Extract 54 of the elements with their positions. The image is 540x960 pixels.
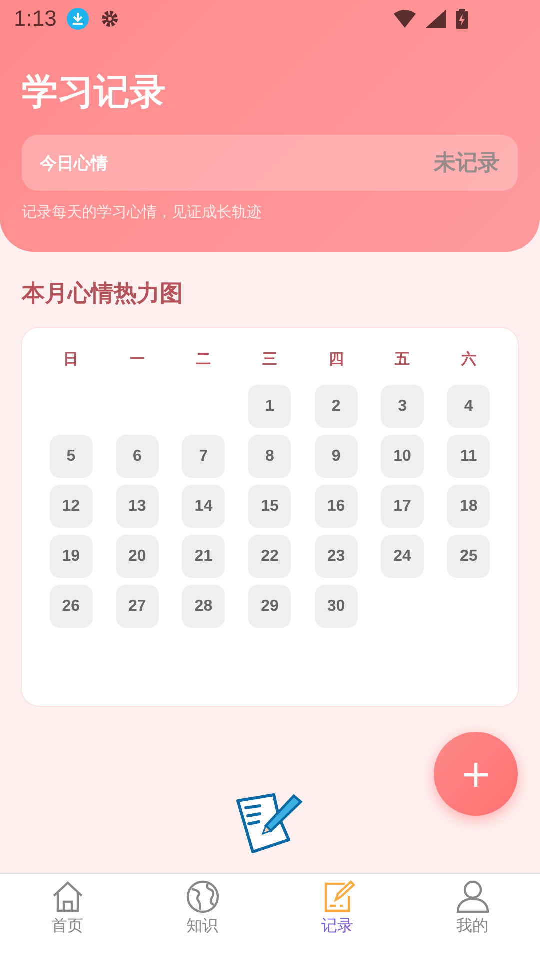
day-cell[interactable]: 22 <box>248 535 292 578</box>
weekday-label: 日 <box>64 350 79 370</box>
day-cell[interactable]: 9 <box>314 435 358 478</box>
day-cell[interactable]: 8 <box>248 435 292 478</box>
globe-icon <box>186 880 220 914</box>
mood-value: 未记录 <box>434 150 500 178</box>
day-cell[interactable]: 19 <box>50 535 93 578</box>
day-cell[interactable]: 30 <box>314 585 358 628</box>
day-cell[interactable]: 15 <box>248 485 292 528</box>
nav-tab[interactable]: 首页 <box>0 874 135 960</box>
day-cell[interactable]: 11 <box>447 435 490 478</box>
weekday-label: 四 <box>328 350 344 370</box>
day-cell[interactable]: 10 <box>381 435 424 478</box>
day-cell[interactable]: 5 <box>50 435 93 478</box>
day-cell[interactable]: 26 <box>50 585 93 628</box>
day-cell[interactable]: 1 <box>248 385 292 428</box>
weekday-label: 五 <box>395 350 410 370</box>
wifi-icon <box>394 10 416 28</box>
nav-tab[interactable]: 我的 <box>405 874 540 960</box>
day-cell[interactable]: 13 <box>116 485 159 528</box>
weekday-label: 一 <box>130 350 145 370</box>
day-cell[interactable]: 17 <box>381 485 424 528</box>
day-cell[interactable]: 2 <box>314 385 358 428</box>
day-cell[interactable]: 3 <box>381 385 424 428</box>
day-cell[interactable]: 6 <box>116 435 159 478</box>
weekday-label: 六 <box>461 350 476 370</box>
mood-label: 今日心情 <box>40 152 108 174</box>
day-cell[interactable]: 12 <box>50 485 93 528</box>
day-cell[interactable]: 28 <box>182 585 226 628</box>
day-cell[interactable]: 18 <box>447 485 490 528</box>
day-cell[interactable]: 27 <box>116 585 159 628</box>
status-time: 1:13 <box>14 6 57 32</box>
nav-tab[interactable]: 知识 <box>135 874 270 960</box>
day-cell[interactable]: 16 <box>314 485 358 528</box>
day-cell[interactable]: 7 <box>182 435 226 478</box>
page-title: 学习记录 <box>22 71 167 115</box>
section-title: 本月心情热力图 <box>22 280 184 309</box>
day-cell[interactable]: 21 <box>182 535 226 578</box>
weekday-label: 二 <box>196 350 212 370</box>
day-cell[interactable]: 14 <box>182 485 226 528</box>
home-icon <box>50 880 84 914</box>
download-icon <box>66 8 89 30</box>
day-cell[interactable]: 4 <box>447 385 490 428</box>
battery-icon <box>456 9 468 29</box>
day-cell[interactable]: 20 <box>116 535 159 578</box>
day-cell[interactable]: 29 <box>248 585 292 628</box>
header-subtitle: 记录每天的学习心情，见证成长轨迹 <box>22 203 263 222</box>
day-cell[interactable]: 24 <box>381 535 424 578</box>
weekday-label: 三 <box>262 350 278 370</box>
day-cell[interactable]: 23 <box>314 535 358 578</box>
user-icon <box>456 880 490 914</box>
signal-icon <box>426 10 446 28</box>
nav-tab[interactable]: 记录 <box>270 874 405 960</box>
day-cell[interactable]: 25 <box>447 535 490 578</box>
